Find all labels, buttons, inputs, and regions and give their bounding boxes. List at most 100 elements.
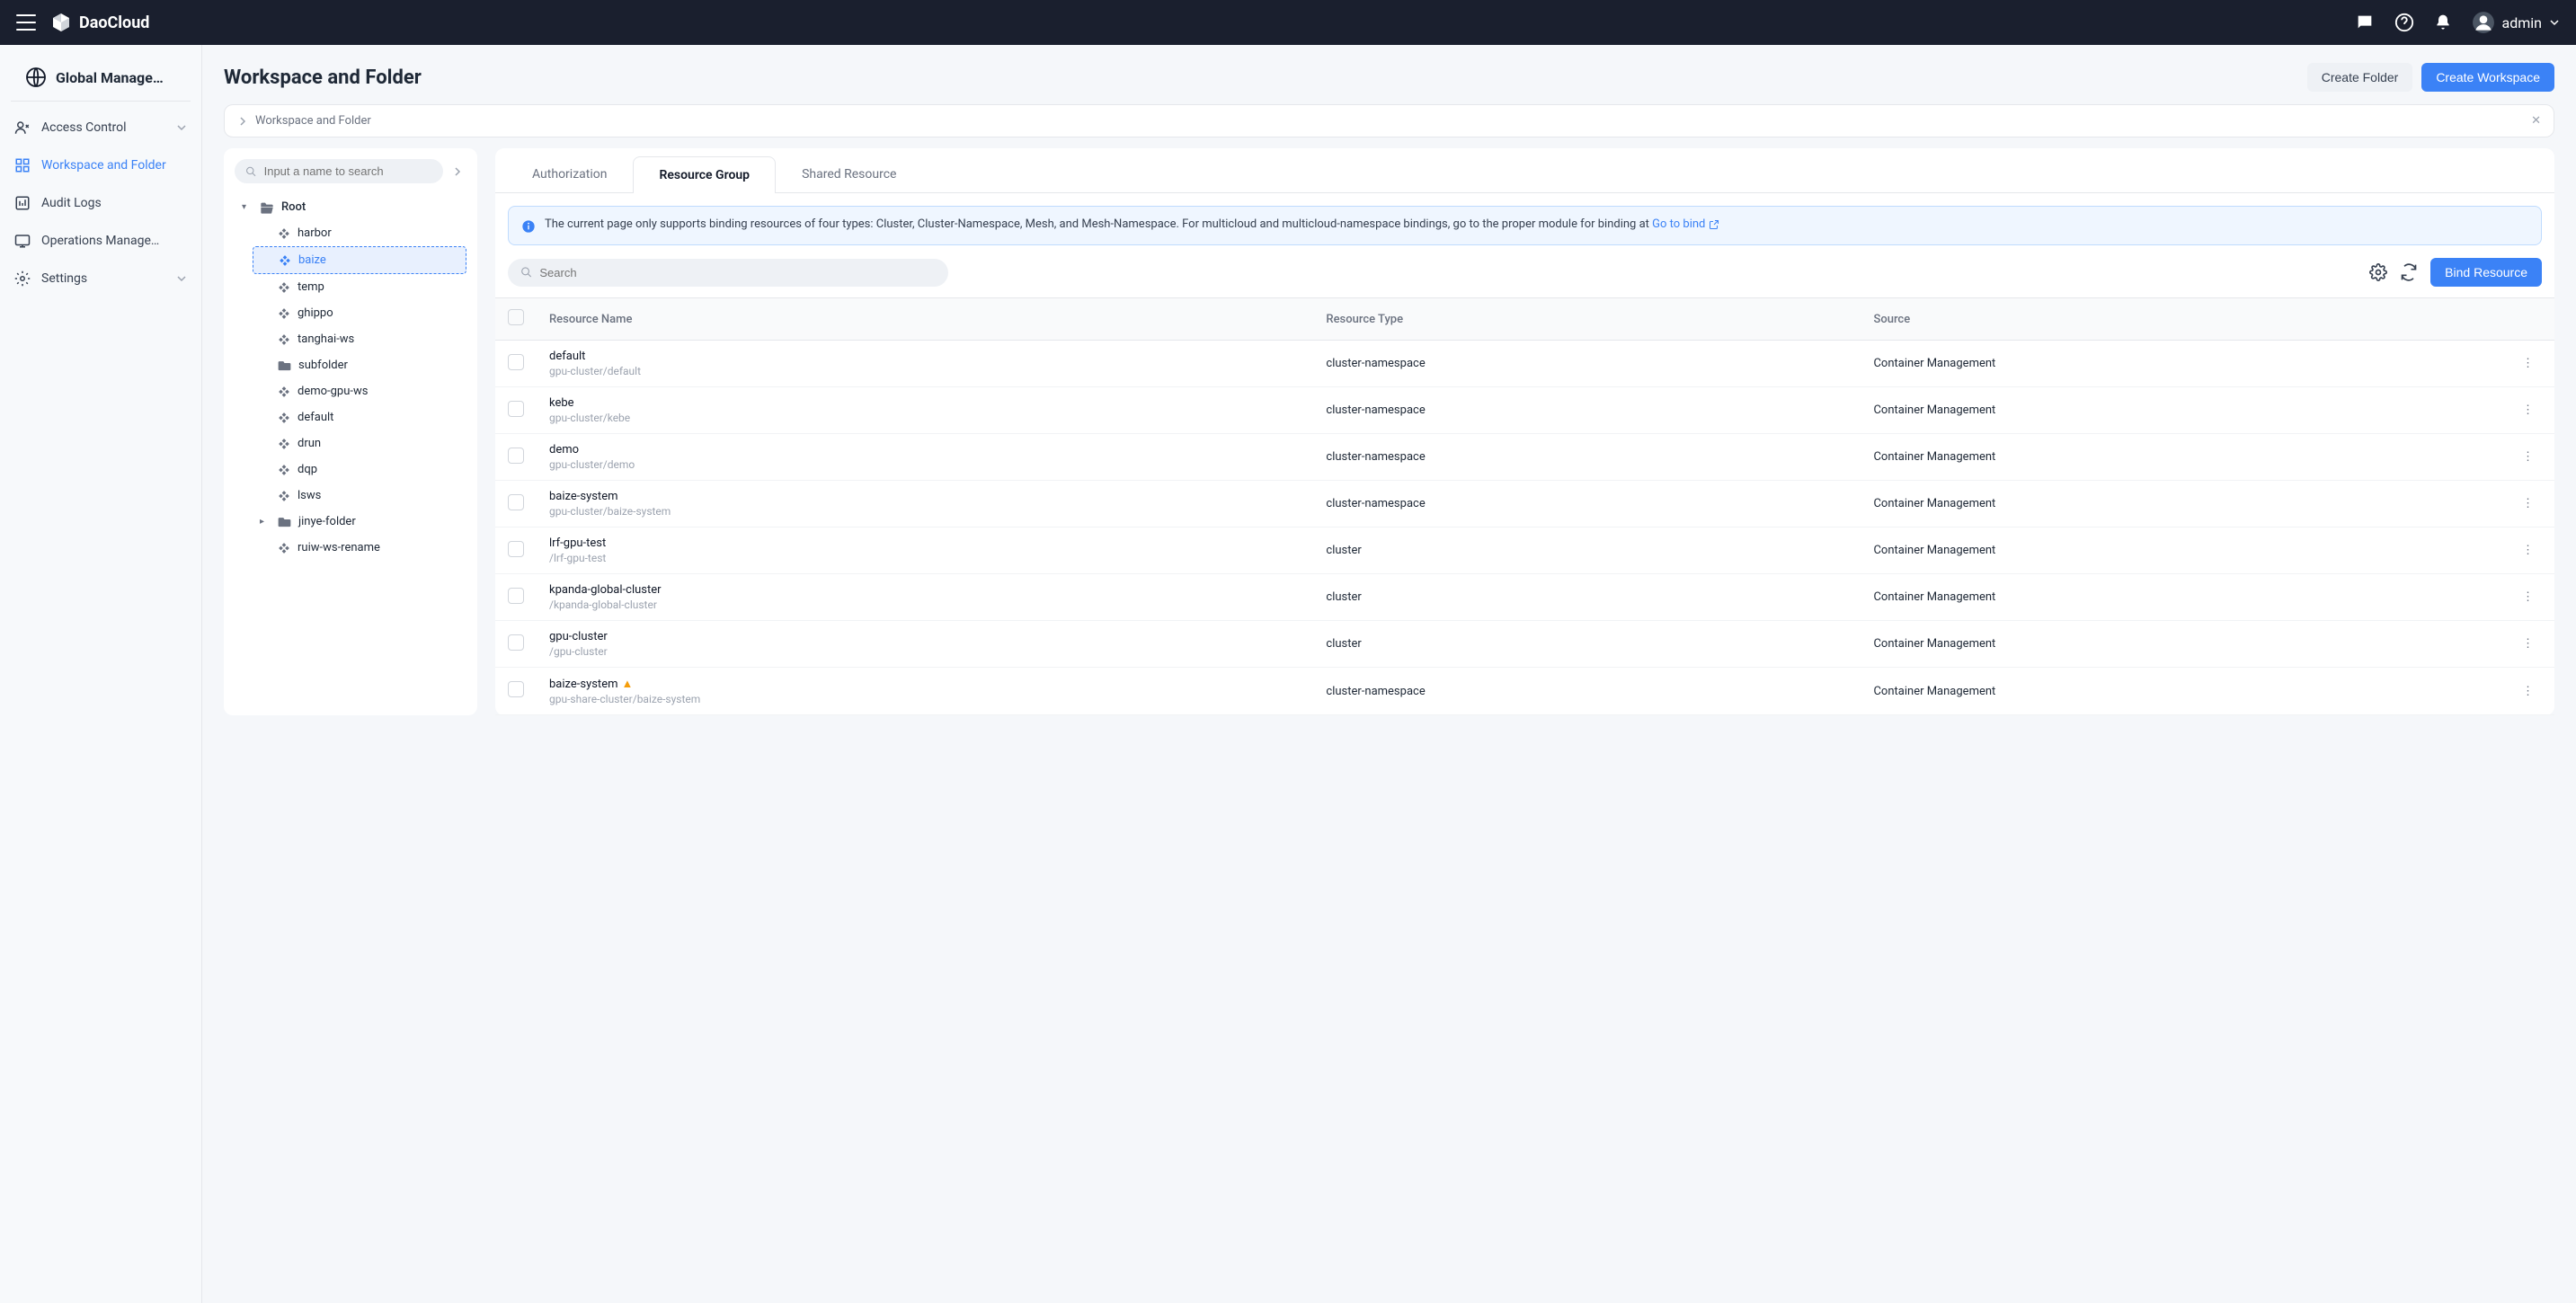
tree-node-ghippo[interactable]: ghippo (253, 300, 466, 326)
resource-search-wrap[interactable] (508, 259, 948, 287)
resource-source: Container Management (1861, 341, 2509, 387)
row-checkbox[interactable] (508, 354, 524, 370)
notifications-icon[interactable] (2434, 13, 2452, 32)
tree-node-tanghai-ws[interactable]: tanghai-ws (253, 326, 466, 352)
table-row: kebe gpu-cluster/kebe cluster-namespace … (495, 387, 2554, 434)
row-actions-icon[interactable]: ⋮ (2522, 357, 2534, 370)
resource-path: /lrf-gpu-test (549, 552, 1301, 564)
row-checkbox[interactable] (508, 494, 524, 510)
tree-node-lsws[interactable]: lsws (253, 483, 466, 509)
messages-icon[interactable] (2355, 13, 2375, 32)
resource-source: Container Management (1861, 621, 2509, 668)
hamburger-menu-icon[interactable] (16, 14, 36, 31)
bind-resource-button[interactable]: Bind Resource (2430, 258, 2542, 287)
app-header: DaoCloud admin (0, 0, 2576, 45)
row-actions-icon[interactable]: ⋮ (2522, 685, 2534, 698)
breadcrumb-text: Workspace and Folder (255, 114, 371, 128)
sidebar-label: Workspace and Folder (41, 158, 166, 173)
table-row: baize-system gpu-cluster/baize-system cl… (495, 481, 2554, 527)
tree-search-input-wrap[interactable] (235, 159, 443, 183)
username: admin (2502, 14, 2542, 31)
workspace-icon (279, 254, 291, 267)
resource-type: cluster (1313, 527, 1861, 574)
resource-search-input[interactable] (539, 266, 936, 279)
sidebar-item-access-control[interactable]: Access Control (0, 109, 201, 146)
tree-node-subfolder[interactable]: subfolder (253, 352, 466, 378)
sidebar-item-settings[interactable]: Settings (0, 260, 201, 297)
tree-node-demo-gpu-ws[interactable]: demo-gpu-ws (253, 378, 466, 404)
detail-panel: AuthorizationResource GroupShared Resour… (495, 148, 2554, 715)
workspace-icon (278, 412, 290, 424)
row-checkbox[interactable] (508, 681, 524, 697)
tree-search-input[interactable] (264, 164, 432, 178)
resource-source: Container Management (1861, 527, 2509, 574)
sidebar-icon (14, 120, 31, 136)
table-row: gpu-cluster /gpu-cluster cluster Contain… (495, 621, 2554, 668)
table-settings-icon[interactable] (2369, 263, 2387, 281)
tree-node-label: ghippo (298, 306, 333, 320)
sidebar-heading: Global Manage… (11, 59, 191, 102)
resource-type: cluster (1313, 621, 1861, 668)
row-actions-icon[interactable]: ⋮ (2522, 544, 2534, 557)
sidebar-label: Settings (41, 271, 87, 286)
row-checkbox[interactable] (508, 541, 524, 557)
resource-name: kebe (549, 396, 1301, 410)
create-folder-button[interactable]: Create Folder (2307, 63, 2413, 92)
workspace-tree: ▾ Root harbor baize temp ghippo tanghai-… (235, 194, 466, 561)
chevron-right-icon[interactable] (237, 116, 248, 127)
resource-table: Resource Name Resource Type Source defau… (495, 297, 2554, 715)
workspace-tree-panel: ▾ Root harbor baize temp ghippo tanghai-… (224, 148, 477, 715)
tree-node-temp[interactable]: temp (253, 274, 466, 300)
row-checkbox[interactable] (508, 634, 524, 651)
create-workspace-button[interactable]: Create Workspace (2421, 63, 2554, 92)
refresh-icon[interactable] (2400, 263, 2418, 281)
tree-node-label: harbor (298, 226, 332, 240)
row-checkbox[interactable] (508, 588, 524, 604)
table-row: lrf-gpu-test /lrf-gpu-test cluster Conta… (495, 527, 2554, 574)
chevron-down-icon (176, 122, 187, 133)
resource-type: cluster (1313, 574, 1861, 621)
row-actions-icon[interactable]: ⋮ (2522, 590, 2534, 604)
info-icon (521, 219, 536, 234)
expand-icon[interactable]: ▸ (260, 517, 271, 527)
row-actions-icon[interactable]: ⋮ (2522, 497, 2534, 510)
help-icon[interactable] (2394, 13, 2414, 32)
tree-node-label: jinye-folder (298, 515, 356, 528)
sidebar-icon (14, 270, 31, 287)
tree-node-label: subfolder (298, 359, 348, 372)
tree-node-drun[interactable]: drun (253, 430, 466, 456)
tab-authorization[interactable]: Authorization (506, 155, 633, 192)
brand-logo[interactable]: DaoCloud (50, 12, 149, 33)
row-actions-icon[interactable]: ⋮ (2522, 403, 2534, 417)
row-actions-icon[interactable]: ⋮ (2522, 637, 2534, 651)
breadcrumb-close-icon[interactable]: ✕ (2531, 114, 2541, 128)
tree-node-jinye-folder[interactable]: ▸ jinye-folder (253, 509, 466, 535)
tree-node-harbor[interactable]: harbor (253, 220, 466, 246)
resource-name: default (549, 350, 1301, 363)
tree-node-baize[interactable]: baize (253, 246, 466, 274)
resource-path: /gpu-cluster (549, 645, 1301, 658)
tab-shared-resource[interactable]: Shared Resource (776, 155, 922, 192)
col-resource-name: Resource Name (537, 298, 1313, 341)
tree-node-dqp[interactable]: dqp (253, 456, 466, 483)
sidebar-item-audit-logs[interactable]: Audit Logs (0, 184, 201, 222)
table-row: default gpu-cluster/default cluster-name… (495, 341, 2554, 387)
tree-root[interactable]: ▾ Root (235, 194, 466, 220)
tree-node-label: tanghai-ws (298, 332, 354, 346)
workspace-icon (278, 464, 290, 476)
go-to-bind-link[interactable]: Go to bind (1652, 217, 1719, 231)
select-all-checkbox[interactable] (508, 309, 524, 325)
resource-source: Container Management (1861, 481, 2509, 527)
tree-node-default[interactable]: default (253, 404, 466, 430)
tab-resource-group[interactable]: Resource Group (633, 156, 776, 193)
collapse-icon[interactable]: ▾ (242, 202, 253, 212)
sidebar-label: Operations Manage… (41, 234, 159, 248)
tree-collapse-icon[interactable] (449, 163, 466, 181)
row-checkbox[interactable] (508, 448, 524, 464)
tree-node-ruiw-ws-rename[interactable]: ruiw-ws-rename (253, 535, 466, 561)
row-actions-icon[interactable]: ⋮ (2522, 450, 2534, 464)
sidebar-item-workspace-and-folder[interactable]: Workspace and Folder (0, 146, 201, 184)
sidebar-item-operations-manage-[interactable]: Operations Manage… (0, 222, 201, 260)
user-menu[interactable]: admin (2472, 11, 2560, 34)
row-checkbox[interactable] (508, 401, 524, 417)
